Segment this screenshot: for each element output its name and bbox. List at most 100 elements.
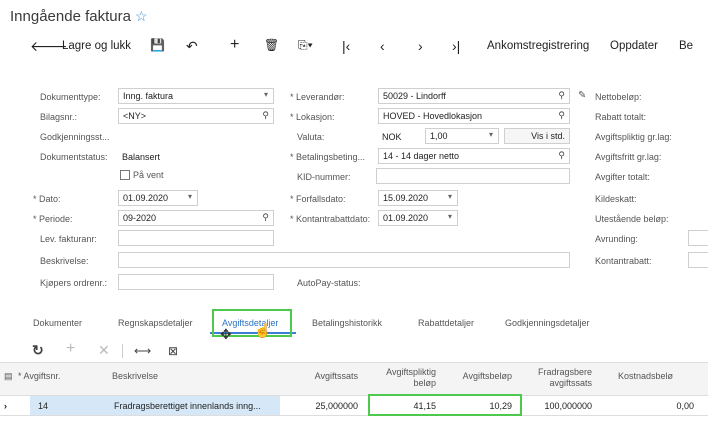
next-record-icon[interactable]: › (418, 38, 423, 54)
search-icon[interactable]: ⚲ (558, 90, 565, 101)
chevron-down-icon: ▾ (187, 192, 192, 201)
due-date-label: Forfallsdato: (290, 194, 346, 204)
on-hold-checkbox[interactable] (120, 170, 130, 180)
cash-discount-label: Kontantrabatt: (595, 256, 652, 266)
save-icon[interactable]: 💾 (150, 38, 165, 52)
copy-paste-icon[interactable]: ⎘▾ (298, 38, 313, 53)
move-cursor-icon: ✥ (220, 326, 232, 342)
row-arrow-icon: › (4, 401, 7, 411)
currency-rate-select[interactable]: 1,00 ▾ (425, 128, 499, 144)
terms-label: Betalingsbeting... (290, 152, 365, 162)
currency-label: Valuta: (297, 132, 325, 142)
receipt-registration-button[interactable]: Ankomstregistrering (487, 40, 589, 52)
tab-discount-details[interactable]: Rabattdetaljer (418, 318, 474, 328)
vendor-label: Leverandør: (290, 92, 345, 102)
refresh-icon[interactable]: ↻ (32, 342, 44, 359)
more-button[interactable]: Be (679, 40, 693, 52)
period-label: Periode: (33, 214, 73, 224)
tab-accounting[interactable]: Regnskapsdetaljer (118, 318, 193, 328)
fit-columns-icon[interactable]: ⟷ (134, 344, 151, 358)
cell-expense-amount[interactable]: 0,00 (610, 401, 694, 411)
view-base-button[interactable]: Vis i std. (504, 128, 570, 144)
search-icon[interactable]: ⚲ (262, 212, 269, 223)
edit-pencil-icon[interactable]: ✎ (578, 90, 586, 101)
chevron-down-icon: ▾ (447, 212, 452, 221)
cell-description[interactable]: Fradragsberettiget innenlands inng... (110, 396, 280, 415)
date-input[interactable]: 01.09.2020 ▾ (118, 190, 198, 206)
hand-cursor-icon: ☝ (254, 322, 272, 338)
vendor-ref-label: Lev. fakturanr: (40, 234, 97, 244)
cash-discount-input[interactable] (688, 252, 708, 268)
page-title: Inngående faktura ☆ (10, 8, 148, 25)
location-input[interactable]: HOVED - Hovedlokasjon ⚲ (378, 108, 570, 124)
tab-documents[interactable]: Dokumenter (33, 318, 82, 328)
cash-discount-date-input[interactable]: 01.09.2020 ▾ (378, 210, 458, 226)
previous-record-icon[interactable]: ‹ (380, 38, 385, 54)
cell-deductible-rate[interactable]: 100,000000 (516, 401, 592, 411)
toolbar: 🡐 Lagre og lukk 💾 ↶ + 🗑 ⎘▾ |‹ ‹ › ›| Ank… (0, 36, 708, 60)
search-icon[interactable]: ⚲ (558, 110, 565, 121)
search-icon[interactable]: ⚲ (558, 150, 565, 161)
chevron-down-icon: ▾ (488, 130, 493, 139)
search-icon[interactable]: ⚲ (262, 110, 269, 121)
delete-row-icon[interactable]: ✕ (98, 342, 110, 359)
buyer-order-label: Kjøpers ordrenr.: (40, 278, 108, 288)
description-input[interactable] (118, 252, 570, 268)
terms-input[interactable]: 14 - 14 dager netto ⚲ (378, 148, 570, 164)
description-label: Beskrivelse: (40, 256, 89, 266)
withholding-label: Kildeskatt: (595, 194, 637, 204)
favorite-star-icon[interactable]: ☆ (135, 8, 148, 24)
cash-discount-date-label: Kontantrabattdato: (290, 214, 370, 224)
balance-label: Utestående beløp: (595, 214, 669, 224)
vendor-ref-input[interactable] (118, 230, 274, 246)
ref-label: Bilagsnr.: (40, 112, 78, 122)
chevron-down-icon: ▾ (263, 90, 268, 99)
tab-payment-history[interactable]: Betalingshistorikk (312, 318, 382, 328)
buyer-order-input[interactable] (118, 274, 274, 290)
tab-approval-details[interactable]: Godkjenningsdetaljer (505, 318, 590, 328)
cell-tax-rate[interactable]: 25,000000 (290, 401, 358, 411)
currency-value: NOK (382, 132, 402, 142)
on-hold-label: På vent (133, 170, 164, 180)
undo-icon[interactable]: ↶ (186, 38, 198, 55)
vendor-input[interactable]: 50029 - Lindorff ⚲ (378, 88, 570, 104)
amount-highlight-box (368, 394, 522, 416)
approval-label: Godkjenningsst... (40, 132, 110, 142)
rounding-label: Avrunding: (595, 234, 638, 244)
status-value: Balansert (122, 152, 161, 162)
col-description[interactable]: Beskrivelse (112, 371, 158, 382)
period-input[interactable]: 09-2020 ⚲ (118, 210, 274, 226)
toolbar-divider (122, 344, 123, 358)
col-tax-id[interactable]: Avgiftsnr. (18, 371, 61, 382)
due-date-input[interactable]: 15.09.2020 ▾ (378, 190, 458, 206)
exempt-base-label: Avgiftsfritt gr.lag: (595, 152, 662, 162)
taxable-base-label: Avgiftspliktig gr.lag: (595, 132, 672, 142)
update-button[interactable]: Oppdater (610, 40, 658, 52)
doc-type-select[interactable]: Inng. faktura ▾ (118, 88, 274, 104)
location-label: Lokasjon: (290, 112, 335, 122)
table-row[interactable]: › 14 Fradragsberettiget innenlands inng.… (0, 396, 708, 416)
kid-input[interactable] (376, 168, 570, 184)
rounding-input[interactable] (688, 230, 708, 246)
discount-total-label: Rabatt totalt: (595, 112, 647, 122)
col-deductible-rate[interactable]: Fradragsbere avgiftssats (516, 367, 592, 389)
col-tax-rate[interactable]: Avgiftssats (290, 371, 358, 382)
add-row-icon[interactable]: + (66, 340, 75, 358)
autopay-label: AutoPay-status: (297, 278, 361, 288)
chevron-down-icon: ▾ (447, 192, 452, 201)
export-excel-icon[interactable]: ⊠ (168, 344, 178, 358)
ref-number-input[interactable]: <NY> ⚲ (118, 108, 274, 124)
first-record-icon[interactable]: |‹ (342, 38, 350, 54)
save-close-button[interactable]: Lagre og lukk (62, 40, 131, 52)
date-label: Dato: (33, 194, 61, 204)
col-tax-amount[interactable]: Avgiftsbeløp (440, 371, 512, 382)
col-taxable-amount[interactable]: Avgiftspliktig beløp (366, 367, 436, 389)
delete-icon[interactable]: 🗑 (264, 38, 279, 52)
net-amount-label: Nettobeløp: (595, 92, 642, 102)
kid-label: KID-nummer: (297, 172, 351, 182)
col-expense-amount[interactable]: Kostnadsbelø (618, 371, 708, 382)
last-record-icon[interactable]: ›| (452, 38, 460, 54)
cell-tax-id[interactable]: 14 (30, 396, 110, 415)
row-selector-icon[interactable]: ▤ (4, 371, 13, 382)
add-icon[interactable]: + (230, 36, 239, 54)
